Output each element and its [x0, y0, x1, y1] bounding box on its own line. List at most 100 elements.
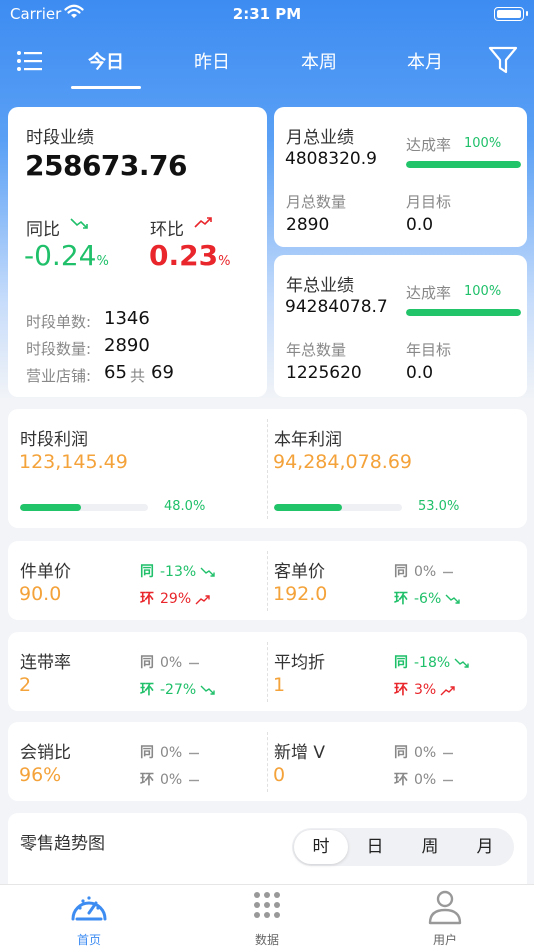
- metric-yoy-key: 同: [394, 655, 408, 671]
- menu-icon[interactable]: [16, 50, 44, 72]
- yoy-value: -0.24: [24, 239, 97, 272]
- metric-yoy-value: -13%: [160, 564, 197, 580]
- status-bar: Carrier 2:31 PM: [0, 0, 534, 30]
- metric-mom-value: -27%: [160, 682, 197, 698]
- yoy-percent: %: [96, 254, 109, 269]
- metric-yoy-value: 0%: [160, 745, 183, 761]
- period-title: 时段业绩: [26, 128, 94, 148]
- tab-this-week[interactable]: 本周: [279, 48, 359, 74]
- trend-down-icon: [200, 567, 215, 577]
- metric-mom: 环 29%: [140, 588, 211, 608]
- tab-data[interactable]: 数据: [222, 889, 312, 948]
- period-profit-pct: 48.0%: [164, 499, 206, 514]
- period-profit-bar: [20, 504, 82, 511]
- metric-yoy-value: 0%: [414, 564, 437, 580]
- metric-mom-value: 0%: [160, 772, 183, 788]
- month-value: 4808320.9: [285, 149, 377, 169]
- mom-percent: %: [218, 254, 231, 269]
- tab-yesterday[interactable]: 昨日: [172, 48, 252, 74]
- metric-yoy-value: 0%: [160, 655, 183, 671]
- bottom-tab-bar: 首页 数据 用户: [0, 884, 534, 950]
- metric-yoy: 同 0%: [394, 742, 456, 762]
- year-performance-card: 年总业绩 94284078.7 达成率 100% 年总数量 1225620 年目…: [274, 255, 527, 397]
- metric-yoy: 同 0%: [140, 742, 202, 762]
- stores-open: 65: [104, 362, 127, 383]
- trend-flat-icon: [189, 752, 200, 754]
- trend-option-month[interactable]: 月: [458, 828, 512, 866]
- metric-mom-key: 环: [394, 682, 408, 698]
- metric-title: 会销比: [20, 743, 71, 763]
- trend-flat-icon: [443, 779, 454, 781]
- year-qty-label: 年总数量: [286, 341, 347, 359]
- month-target-value: 0.0: [406, 215, 434, 235]
- metric-yoy-key: 同: [140, 564, 154, 580]
- yoy-value-wrap: -0.24%: [24, 239, 109, 272]
- month-rate-label: 达成率: [406, 136, 452, 154]
- trend-option-week[interactable]: 周: [403, 828, 457, 866]
- tab-data-label: 数据: [254, 933, 279, 947]
- trend-flat-icon: [443, 571, 454, 573]
- metric-yoy-key: 同: [394, 745, 408, 761]
- tab-user-label: 用户: [432, 933, 457, 947]
- metric-divider: [267, 732, 268, 792]
- mom-value: 0.23: [149, 239, 219, 272]
- profit-card: 时段利润 123,145.49 48.0% 本年利润 94,284,078.69…: [8, 409, 527, 528]
- year-profit-title: 本年利润: [274, 430, 342, 450]
- metric-mom-key: 环: [394, 772, 408, 788]
- month-qty-value: 2890: [286, 215, 330, 235]
- tab-user[interactable]: 用户: [400, 889, 490, 948]
- tab-home[interactable]: 首页: [44, 889, 134, 948]
- user-icon: [428, 890, 462, 925]
- trend-down-icon: [70, 218, 88, 229]
- trend-option-hour[interactable]: 时: [294, 830, 348, 864]
- trend-down-icon: [454, 658, 469, 668]
- qty-value: 2890: [104, 335, 150, 356]
- year-qty-value: 1225620: [286, 363, 362, 383]
- tab-home-label: 首页: [76, 933, 101, 947]
- orders-value: 1346: [104, 308, 150, 329]
- trend-up-icon: [195, 594, 210, 604]
- year-rate-progress: [406, 309, 521, 316]
- metric-yoy-key: 同: [394, 564, 408, 580]
- month-rate-bar: [406, 161, 521, 168]
- metric-mom-value: 29%: [160, 591, 192, 607]
- mom-label: 环比: [150, 220, 184, 240]
- metric-value: 90.0: [19, 583, 62, 605]
- clock: 2:31 PM: [232, 5, 302, 23]
- profit-divider: [267, 419, 268, 519]
- metric-yoy: 同 0%: [140, 652, 202, 672]
- metric-yoy-key: 同: [140, 655, 154, 671]
- stores-label: 营业店铺:: [26, 367, 92, 385]
- metric-card: 会销比 96% 同 0% 环 0% 新增 V 0 同 0% 环 0%: [8, 722, 527, 801]
- orders-label: 时段单数:: [26, 313, 92, 331]
- metric-mom-key: 环: [140, 772, 154, 788]
- metric-mom-value: 3%: [414, 682, 437, 698]
- qty-label: 时段数量:: [26, 340, 92, 358]
- metric-value: 192.0: [273, 583, 328, 605]
- period-profit-progress: [20, 504, 148, 511]
- metric-yoy-key: 同: [140, 745, 154, 761]
- filter-icon[interactable]: [488, 46, 518, 74]
- period-profit-title: 时段利润: [20, 430, 88, 450]
- metric-value: 2: [19, 674, 32, 696]
- trend-option-day[interactable]: 日: [348, 828, 402, 866]
- trend-flat-icon: [189, 662, 200, 664]
- month-qty-label: 月总数量: [286, 193, 347, 211]
- battery-icon: [494, 7, 528, 21]
- trend-flat-icon: [189, 779, 200, 781]
- month-performance-card: 月总业绩 4808320.9 达成率 100% 月总数量 2890 月目标 0.…: [274, 107, 527, 247]
- metric-title: 连带率: [20, 653, 71, 673]
- metric-card: 件单价 90.0 同 -13% 环 29% 客单价 192.0 同 0% 环 -6%: [8, 541, 527, 620]
- metric-divider: [267, 551, 268, 611]
- year-target-value: 0.0: [406, 363, 434, 383]
- tab-today[interactable]: 今日: [66, 48, 146, 74]
- metric-divider: [267, 642, 268, 702]
- trend-down-icon: [445, 594, 460, 604]
- tab-this-month[interactable]: 本月: [385, 48, 465, 74]
- metric-mom-key: 环: [140, 591, 154, 607]
- year-profit-bar: [274, 504, 342, 511]
- trend-flat-icon: [443, 752, 454, 754]
- year-target-label: 年目标: [406, 341, 452, 359]
- metric-mom-key: 环: [394, 591, 408, 607]
- period-performance-card: 时段业绩 258673.76 同比 -0.24% 环比 0.23% 时段单数: …: [8, 107, 267, 397]
